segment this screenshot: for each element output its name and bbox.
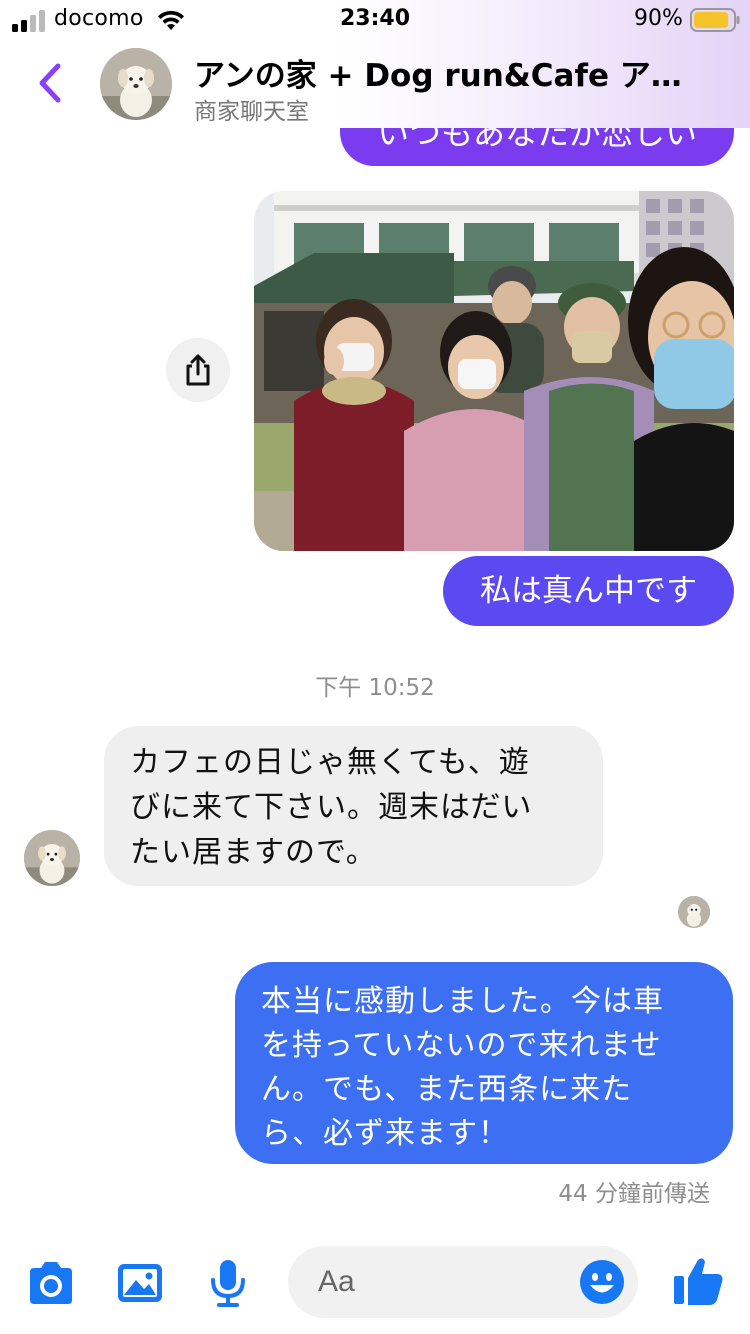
puppy-avatar-image bbox=[100, 48, 172, 120]
image-icon[interactable] bbox=[116, 1260, 164, 1306]
back-button[interactable] bbox=[30, 58, 70, 108]
message-bubble-outgoing-caption[interactable]: 私は真ん中です bbox=[443, 556, 734, 626]
chat-title[interactable]: アンの家 + Dog run&Cafe ア… bbox=[194, 50, 684, 95]
chat-subtitle: 商家聊天室 bbox=[194, 99, 309, 125]
seen-receipt-avatar bbox=[678, 896, 710, 928]
wifi-icon bbox=[158, 10, 184, 30]
message-line: たい居ますので。 bbox=[130, 835, 377, 870]
group-photo-image bbox=[254, 191, 734, 551]
share-button[interactable] bbox=[166, 338, 230, 402]
message-bubble-outgoing-last[interactable]: 本当に感動しました。今は車 を持っていないので来れませ ん。でも、また西条に来た… bbox=[235, 962, 733, 1164]
message-composer bbox=[0, 1230, 750, 1334]
signal-icon bbox=[12, 10, 45, 32]
sent-status: 44 分鐘前傳送 bbox=[558, 1181, 710, 1207]
chevron-left-icon bbox=[39, 63, 61, 103]
message-line: を持っていないので来れませ bbox=[261, 1028, 662, 1063]
message-line: ら、必ず来ます！ bbox=[261, 1116, 509, 1151]
puppy-avatar-image bbox=[24, 830, 80, 886]
message-line: びに来て下さい。週末はだい bbox=[130, 790, 533, 825]
thumbs-up-icon[interactable] bbox=[672, 1254, 726, 1308]
status-bar: docomo 23:40 90% bbox=[0, 0, 750, 40]
photo-message[interactable] bbox=[254, 191, 734, 551]
battery-percent: 90% bbox=[634, 6, 683, 31]
status-time: 23:40 bbox=[339, 6, 411, 31]
message-line: 本当に感動しました。今は車 bbox=[261, 984, 664, 1019]
message-line: ん。でも、また西条に来た bbox=[261, 1072, 633, 1107]
carrier-name: docomo bbox=[54, 6, 144, 31]
emoji-icon[interactable] bbox=[578, 1258, 626, 1306]
puppy-avatar-image bbox=[678, 896, 710, 928]
chat-avatar[interactable] bbox=[100, 48, 172, 120]
message-text: 私は真ん中です bbox=[480, 573, 697, 609]
message-bubble-incoming[interactable]: カフェの日じゃ無くても、遊 びに来て下さい。週末はだい たい居ますので。 bbox=[104, 726, 603, 886]
battery-icon bbox=[690, 8, 740, 32]
chat-header: docomo 23:40 90% アンの家 + Dog run&Cafe ア… … bbox=[0, 0, 750, 128]
message-timestamp: 下午 10:52 bbox=[315, 675, 435, 701]
share-icon bbox=[186, 354, 210, 386]
camera-icon[interactable] bbox=[26, 1260, 76, 1306]
microphone-icon[interactable] bbox=[208, 1258, 248, 1308]
sender-avatar[interactable] bbox=[24, 830, 80, 886]
message-line: カフェの日じゃ無くても、遊 bbox=[130, 745, 530, 780]
